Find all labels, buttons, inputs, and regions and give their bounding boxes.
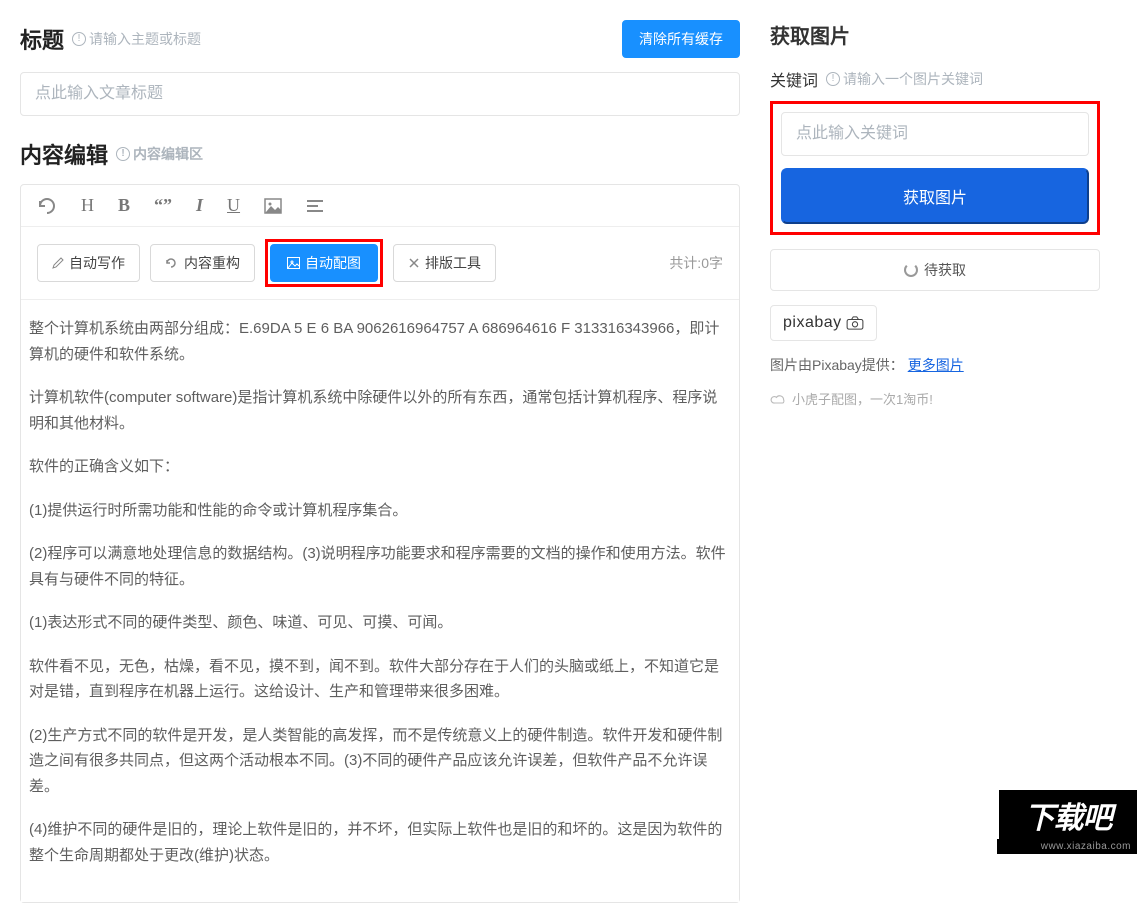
content-paragraph: (2)生产方式不同的软件是开发，是人类智能的高发挥，而不是传统意义上的硬件制造。… <box>29 723 731 800</box>
title-hint: ! 请输入主题或标题 <box>72 29 201 49</box>
content-paragraph: 软件看不见，无色，枯燥，看不见，摸不到，闻不到。软件大部分存在于人们的头脑或纸上… <box>29 654 731 705</box>
keyword-label: 关键词 <box>770 67 818 91</box>
auto-image-label: 自动配图 <box>305 253 361 273</box>
editor-content[interactable]: 整个计算机系统由两部分组成：E.69DA 5 E 6 BA 9062616964… <box>21 300 739 902</box>
watermark: 下载吧 www.xiazaiba.com <box>997 788 1137 860</box>
info-icon: ! <box>826 72 840 86</box>
image-panel-title: 获取图片 <box>770 20 1100 49</box>
status-text: 待获取 <box>924 260 966 280</box>
content-hint-text: 内容编辑区 <box>133 144 203 164</box>
camera-icon <box>846 316 864 330</box>
word-count: 共计:0字 <box>669 253 723 273</box>
align-icon[interactable] <box>306 199 324 213</box>
auto-write-label: 自动写作 <box>69 253 125 273</box>
pencil-icon <box>52 257 64 269</box>
info-icon: ! <box>72 32 86 46</box>
image-panel: 获取图片 关键词 ! 请输入一个图片关键词 获取图片 待获取 pixabay 图… <box>760 20 1100 860</box>
highlight-auto-image: 自动配图 <box>265 239 383 287</box>
editor-column: 标题 ! 请输入主题或标题 清除所有缓存 内容编辑 ! 内容编辑区 <box>20 20 760 860</box>
footer-note-text: 小虎子配图，一次1淘币! <box>792 389 933 408</box>
keyword-label-row: 关键词 ! 请输入一个图片关键词 <box>770 67 1100 91</box>
content-hint: ! 内容编辑区 <box>116 144 203 164</box>
loading-icon <box>904 263 918 277</box>
refresh-icon <box>165 257 179 269</box>
attribution-prefix: 图片由Pixabay提供： <box>770 357 904 373</box>
more-images-link[interactable]: 更多图片 <box>908 357 964 373</box>
title-hint-text: 请输入主题或标题 <box>89 29 201 49</box>
layout-tool-label: 排版工具 <box>425 253 481 273</box>
content-paragraph: (1)提供运行时所需功能和性能的命令或计算机程序集合。 <box>29 498 731 524</box>
format-toolbar: H B “” I U <box>21 185 739 227</box>
clear-cache-button[interactable]: 清除所有缓存 <box>622 20 740 58</box>
tools-icon <box>408 257 420 269</box>
watermark-url: www.xiazaiba.com <box>997 839 1137 854</box>
action-toolbar: 自动写作 内容重构 自动配图 排版工具 共计:0字 <box>21 227 739 300</box>
cloud-icon <box>770 393 786 405</box>
image-icon[interactable] <box>264 198 282 214</box>
italic-icon[interactable]: I <box>196 195 203 216</box>
content-paragraph: (4)维护不同的硬件是旧的，理论上软件是旧的，并不坏，但实际上软件也是旧的和坏的… <box>29 817 731 868</box>
content-paragraph: (1)表达形式不同的硬件类型、颜色、味道、可见、可摸、可闻。 <box>29 610 731 636</box>
bold-icon[interactable]: B <box>118 195 130 216</box>
content-label: 内容编辑 <box>20 138 108 170</box>
content-paragraph: (2)程序可以满意地处理信息的数据结构。(3)说明程序功能要求和程序需要的文档的… <box>29 541 731 592</box>
content-paragraph: 计算机软件(computer software)是指计算机系统中除硬件以外的所有… <box>29 385 731 436</box>
pixabay-badge: pixabay <box>770 305 877 341</box>
restructure-button[interactable]: 内容重构 <box>150 244 255 282</box>
title-label: 标题 <box>20 23 64 55</box>
info-icon: ! <box>116 147 130 161</box>
article-title-input[interactable] <box>20 72 740 116</box>
pixabay-name: pixabay <box>783 314 842 332</box>
content-paragraph: 整个计算机系统由两部分组成：E.69DA 5 E 6 BA 9062616964… <box>29 316 731 367</box>
content-paragraph: 软件的正确含义如下： <box>29 454 731 480</box>
undo-icon[interactable] <box>37 197 57 215</box>
layout-tool-button[interactable]: 排版工具 <box>393 244 496 282</box>
keyword-input[interactable] <box>781 112 1089 156</box>
underline-icon[interactable]: U <box>227 195 240 216</box>
fetch-status: 待获取 <box>770 249 1100 291</box>
heading-icon[interactable]: H <box>81 195 94 216</box>
highlight-keyword-box: 获取图片 <box>770 101 1100 235</box>
editor-box: H B “” I U 自动写作 内容重构 <box>20 184 740 903</box>
clear-cache-label: 清除所有缓存 <box>639 29 723 49</box>
content-header: 内容编辑 ! 内容编辑区 <box>20 138 740 170</box>
quote-icon[interactable]: “” <box>154 195 172 216</box>
keyword-hint-text: 请输入一个图片关键词 <box>843 69 983 89</box>
watermark-text: 下载吧 <box>997 788 1137 839</box>
auto-image-button[interactable]: 自动配图 <box>270 244 378 282</box>
fetch-image-button[interactable]: 获取图片 <box>781 168 1089 224</box>
picture-icon <box>287 257 300 269</box>
fetch-image-label: 获取图片 <box>903 184 967 208</box>
auto-write-button[interactable]: 自动写作 <box>37 244 140 282</box>
footer-note: 小虎子配图，一次1淘币! <box>770 389 1100 408</box>
restructure-label: 内容重构 <box>184 253 240 273</box>
attribution: 图片由Pixabay提供： 更多图片 <box>770 355 1100 375</box>
keyword-hint: ! 请输入一个图片关键词 <box>826 69 983 89</box>
title-header: 标题 ! 请输入主题或标题 清除所有缓存 <box>20 20 740 58</box>
